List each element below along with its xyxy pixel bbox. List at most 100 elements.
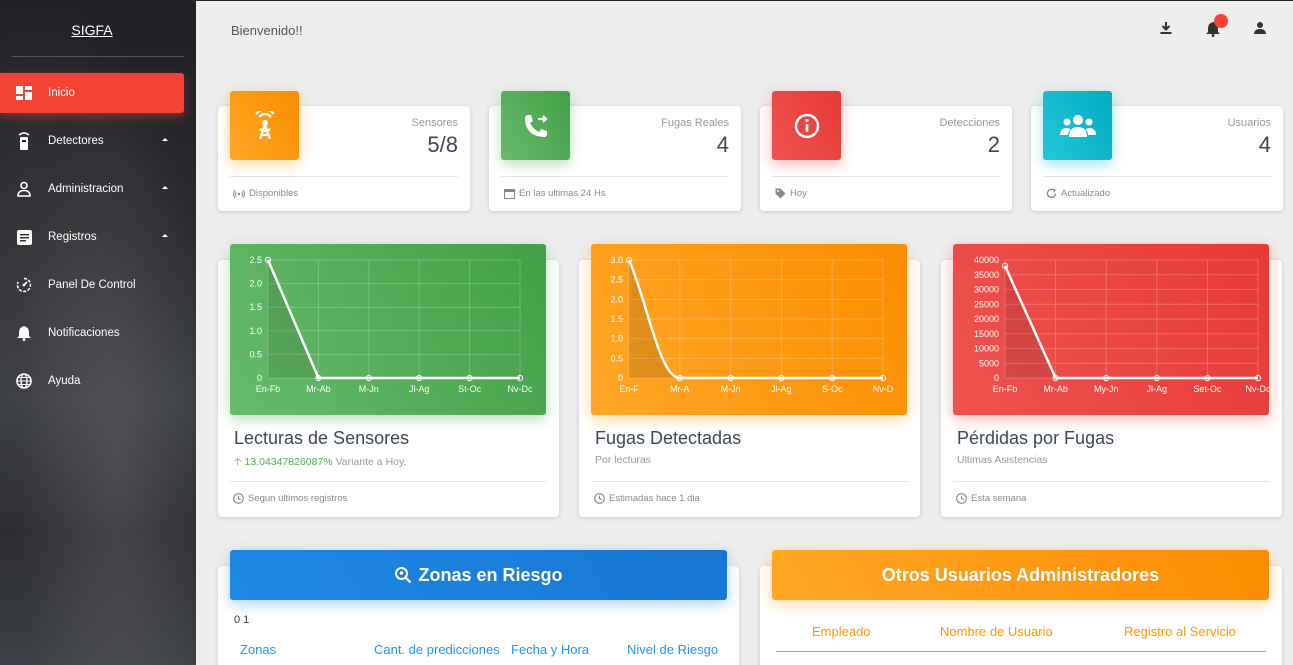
speed-icon [0, 277, 48, 293]
x-tick-label: Set-Oc [1193, 384, 1222, 394]
y-tick-label: 2.5 [610, 275, 623, 285]
column-header[interactable]: Cant. de predicciones [374, 642, 500, 657]
y-tick-label: 0.5 [249, 349, 262, 359]
person-icon [0, 181, 48, 197]
sidebar-item-label: Registros [48, 231, 97, 243]
y-tick-label: 1.0 [610, 334, 623, 344]
column-header[interactable]: Nivel de Riesgo [627, 642, 718, 657]
chart-subtitle-text: Variante a Hoy. [335, 456, 407, 468]
admins-header: Otros Usuarios Administradores [772, 550, 1269, 600]
sidebar-item-label: Ayuda [48, 375, 81, 387]
detector-icon [0, 132, 48, 150]
antenna-icon [230, 91, 299, 160]
x-tick-label: Mr-Ab [306, 384, 331, 394]
chart-card-perdidas: 0 5000 10000 15000 20000 25000 30000 35000 40000… [941, 244, 1282, 517]
group-icon [1043, 91, 1112, 160]
stat-card-detecciones: Detecciones 2 Hoy [760, 91, 1012, 211]
chart-subtitle: 🡡 13.04347826087% Variante a Hoy. [234, 454, 406, 472]
y-tick-label: 0 [618, 373, 623, 383]
y-tick-label: 3.0 [610, 255, 623, 265]
stat-value: 5/8 [427, 132, 458, 157]
stat-label: Fugas Reales [661, 117, 729, 129]
sidebar-item-label: Administracion [48, 183, 124, 195]
y-tick-label: 35000 [974, 270, 999, 280]
stat-footer: En las ultimas 24 Hs [504, 188, 606, 199]
y-tick-label: 0.5 [610, 353, 623, 363]
stat-footer-text: Hoy [790, 188, 807, 199]
brand-logo[interactable]: SIGFA [0, 0, 184, 57]
chart-subtitle: Ultimas Asistencias [957, 454, 1048, 466]
chart-title: Pérdidas por Fugas [957, 428, 1115, 448]
stat-label: Usuarios [1227, 117, 1271, 129]
y-tick-label: 15000 [974, 329, 999, 339]
download-icon[interactable] [1159, 21, 1175, 37]
x-tick-label: M-Jn [721, 384, 741, 394]
location-search-icon [395, 567, 412, 584]
sidebar-item-label: Inicio [48, 87, 75, 99]
user-icon[interactable] [1253, 21, 1269, 37]
column-header[interactable]: Nombre de Usuario [940, 624, 1053, 639]
sidebar-item-registros[interactable]: Registros [0, 217, 184, 257]
sidebar-item-panel-de-control[interactable]: Panel De Control [0, 265, 184, 305]
stat-value: 4 [716, 132, 729, 157]
stat-footer-text: Actualizado [1061, 188, 1111, 199]
sidebar-item-label: Detectores [48, 135, 104, 147]
tag-icon [775, 188, 786, 199]
chart-lecturas-svg: 0 0.5 1.0 1.5 2.0 2.5 En-Fb Mr-Ab M-Jn Jl-Ag St-Oc… [249, 255, 533, 394]
refresh-icon [1046, 188, 1057, 199]
column-header[interactable]: Zonas [240, 642, 276, 657]
admins-card: Otros Usuarios Administradores Empleado … [760, 550, 1282, 665]
y-tick-label: 0 [257, 373, 262, 383]
table-count: 0 1 [234, 614, 250, 626]
y-tick-label: 0 [994, 373, 999, 383]
chart-perdidas-svg: 0 5000 10000 15000 20000 25000 30000 35000 40000… [974, 255, 1269, 394]
wifi-tethering-icon [233, 189, 245, 198]
welcome-text: Bienvenido!! [231, 23, 303, 38]
caret-up-icon [162, 138, 168, 141]
chart-footer: Esta semana [956, 493, 1026, 504]
divider [772, 176, 1000, 177]
bell-icon [0, 325, 48, 341]
sidebar-item-administracion[interactable]: Administracion [0, 169, 184, 209]
x-tick-label: St-Oc [458, 384, 482, 394]
sidebar-item-inicio[interactable]: Inicio [0, 73, 184, 113]
y-tick-label: 10000 [974, 344, 999, 354]
column-header[interactable]: Registro al Servicio [1124, 624, 1236, 639]
sidebar-item-notificaciones[interactable]: Notificaciones [0, 313, 184, 353]
zonas-card: Zonas en Riesgo 0 1 Zonas Cant. de predi… [218, 550, 739, 665]
chart-title: Fugas Detectadas [595, 428, 742, 448]
divider [1043, 176, 1271, 177]
sidebar-item-detectores[interactable]: Detectores [0, 121, 184, 161]
dashboard-icon [0, 86, 48, 100]
x-tick-label: M-Jn [359, 384, 379, 394]
chart-lecturas: 0 0.5 1.0 1.5 2.0 2.5 En-Fb Mr-Ab M-Jn Jl-Ag St-Oc… [230, 244, 546, 415]
divider [591, 481, 908, 482]
stat-card-sensores: Sensores 5/8 Disponibles [218, 91, 470, 211]
column-header[interactable]: Empleado [812, 624, 871, 639]
x-tick-label: Jl-Ag [1147, 384, 1168, 394]
calendar-icon [504, 189, 515, 199]
y-tick-label: 30000 [974, 285, 999, 295]
y-tick-label: 1.0 [249, 326, 262, 336]
divider [776, 651, 1266, 652]
zonas-header: Zonas en Riesgo [230, 550, 727, 600]
info-icon [772, 91, 841, 160]
x-tick-label: Mr-A [670, 384, 690, 394]
list-icon [0, 229, 48, 245]
sidebar-item-ayuda[interactable]: Ayuda [0, 361, 184, 401]
chart-fugas-svg: 0 0.5 1.0 1.5 2.0 2.5 3.0 En-F Mr-A M-Jn Jl-Ag S-Oc… [610, 255, 893, 394]
sidebar-item-label: Panel De Control [48, 279, 136, 291]
x-tick-label: Nv-Dc [508, 384, 533, 394]
stat-footer: Disponibles [233, 188, 298, 199]
y-tick-label: 1.5 [249, 302, 262, 312]
caret-up-icon [162, 234, 168, 237]
x-tick-label: My-Jn [1094, 384, 1119, 394]
y-tick-label: 5000 [979, 358, 999, 368]
x-tick-label: Mr-Ab [1043, 384, 1068, 394]
column-header[interactable]: Fecha y Hora [511, 642, 589, 657]
chart-footer-text: Estimadas hace 1 dia [609, 493, 700, 504]
sidebar: SIGFA Inicio Detectores Administracion R… [0, 0, 196, 665]
sidebar-item-label: Notificaciones [48, 327, 120, 339]
y-tick-label: 2.5 [249, 255, 262, 265]
chart-title: Lecturas de Sensores [234, 428, 410, 448]
